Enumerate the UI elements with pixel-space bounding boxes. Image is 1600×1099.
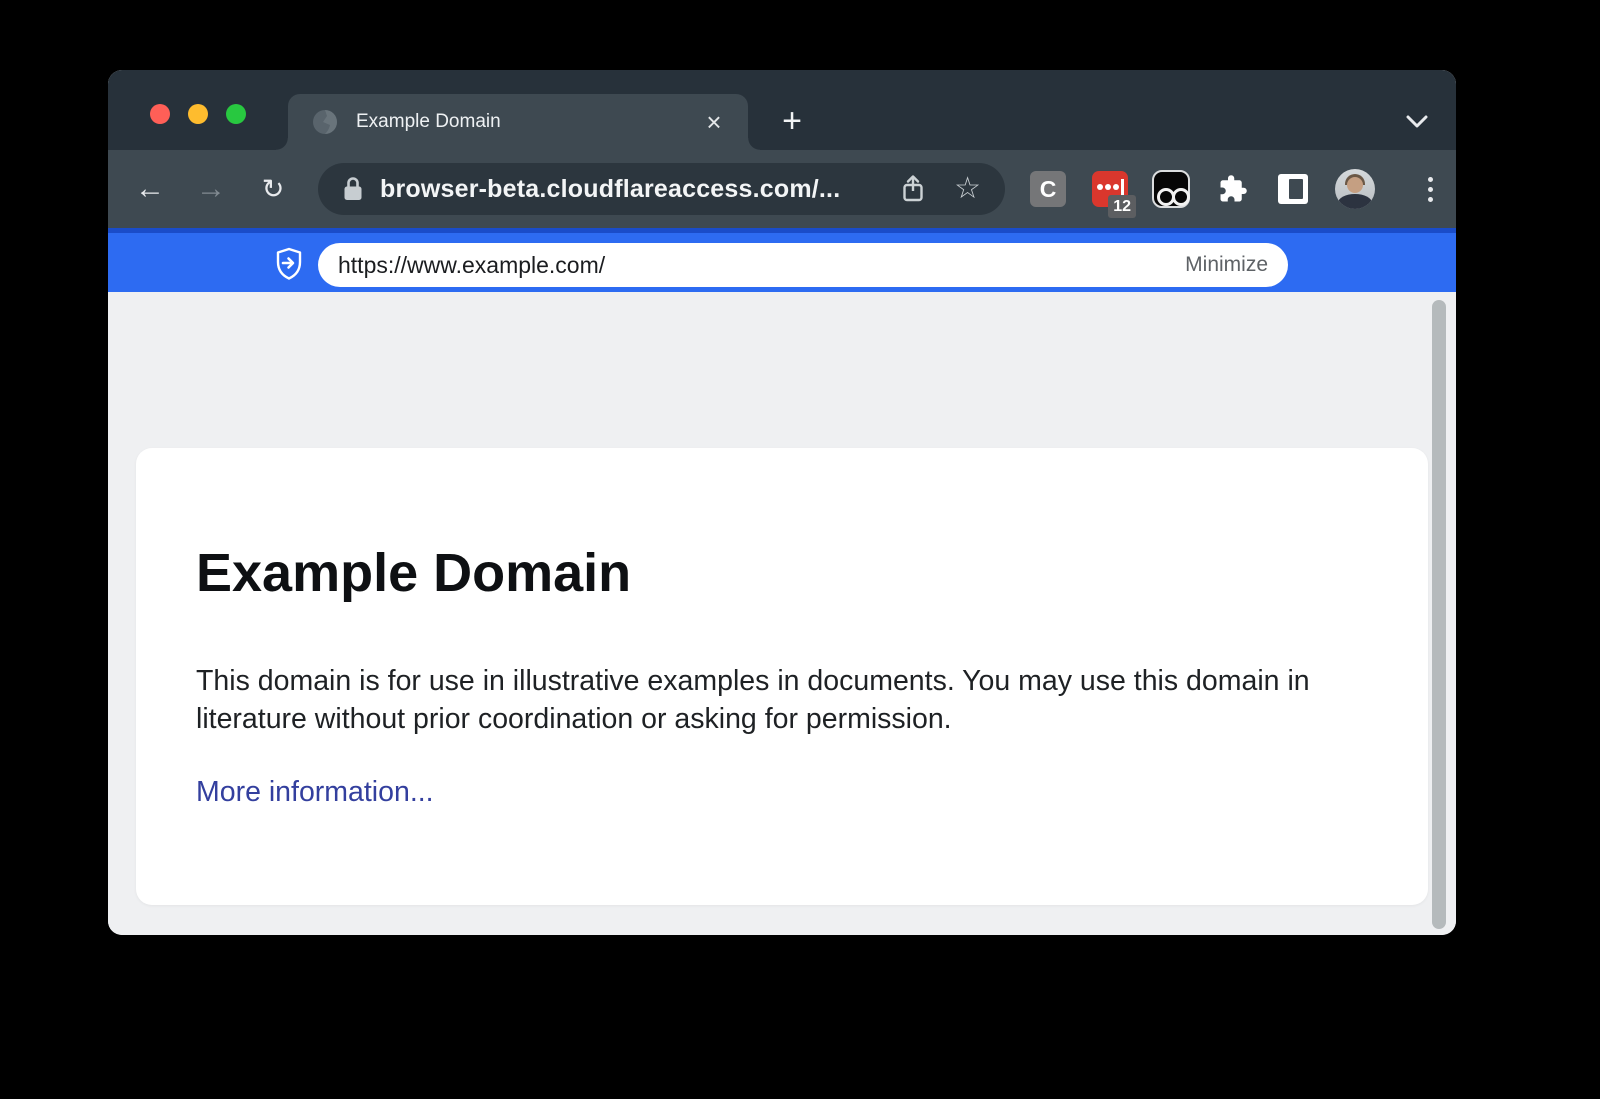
- isolation-bar: Minimize: [108, 228, 1456, 292]
- dot-icon: [1097, 184, 1103, 190]
- more-information-link[interactable]: More information...: [196, 776, 434, 809]
- new-tab-button[interactable]: +: [772, 101, 812, 141]
- extensions-puzzle-button[interactable]: [1215, 171, 1251, 207]
- shield-arrow-icon: [275, 247, 303, 281]
- tab-strip: Example Domain × +: [108, 70, 1456, 150]
- circle-icon: [1172, 188, 1190, 206]
- scrollbar-thumb[interactable]: [1432, 300, 1446, 929]
- side-panel-button[interactable]: [1278, 174, 1308, 204]
- extension-red-dots-button[interactable]: 12: [1092, 171, 1128, 207]
- avatar-face: [1347, 177, 1363, 193]
- globe-favicon-icon: [312, 109, 338, 135]
- dot-icon: [1105, 184, 1111, 190]
- address-bar[interactable]: browser-beta.cloudflareaccess.com/... ☆: [318, 163, 1005, 215]
- isolation-url-input[interactable]: [336, 251, 1185, 280]
- page-viewport: Example Domain This domain is for use in…: [108, 292, 1456, 935]
- dot-icon: [1428, 187, 1433, 192]
- dot-icon: [1113, 184, 1119, 190]
- back-button[interactable]: ←: [130, 169, 170, 209]
- reload-button[interactable]: ↻: [253, 169, 293, 209]
- browser-window: Example Domain × + ← → ↻ browser-beta.cl…: [108, 70, 1456, 935]
- forward-button[interactable]: →: [191, 169, 231, 209]
- extension-c-button[interactable]: C: [1030, 171, 1066, 207]
- omnibox-url-text: browser-beta.cloudflareaccess.com/...: [380, 175, 840, 204]
- minimize-window-button[interactable]: [188, 104, 208, 124]
- tab-example-domain[interactable]: Example Domain ×: [288, 94, 748, 150]
- browser-toolbar: ← → ↻ browser-beta.cloudflareaccess.com/…: [108, 150, 1456, 228]
- tab-search-chevron-icon[interactable]: [1397, 101, 1437, 141]
- extension-badge: 12: [1108, 195, 1136, 218]
- lock-icon[interactable]: [342, 176, 364, 202]
- side-panel-icon: [1289, 179, 1303, 199]
- extension-two-circles-button[interactable]: [1152, 170, 1190, 208]
- example-domain-card: Example Domain This domain is for use in…: [136, 448, 1428, 905]
- chrome-menu-button[interactable]: [1410, 169, 1450, 209]
- share-icon[interactable]: [900, 173, 926, 205]
- minimize-button[interactable]: Minimize: [1185, 253, 1268, 277]
- page-title: Example Domain: [196, 540, 1368, 606]
- close-window-button[interactable]: [150, 104, 170, 124]
- tab-close-icon[interactable]: ×: [698, 94, 730, 150]
- traffic-lights: [150, 104, 246, 124]
- dot-icon: [1428, 177, 1433, 182]
- bar-icon: [1121, 179, 1124, 195]
- zoom-window-button[interactable]: [226, 104, 246, 124]
- profile-avatar[interactable]: [1335, 169, 1375, 209]
- bookmark-star-icon[interactable]: ☆: [954, 174, 981, 204]
- avatar-torso: [1338, 194, 1372, 209]
- tab-title: Example Domain: [356, 111, 501, 133]
- isolation-url-pill: Minimize: [318, 243, 1288, 287]
- page-paragraph: This domain is for use in illustrative e…: [196, 662, 1346, 738]
- dot-icon: [1428, 197, 1433, 202]
